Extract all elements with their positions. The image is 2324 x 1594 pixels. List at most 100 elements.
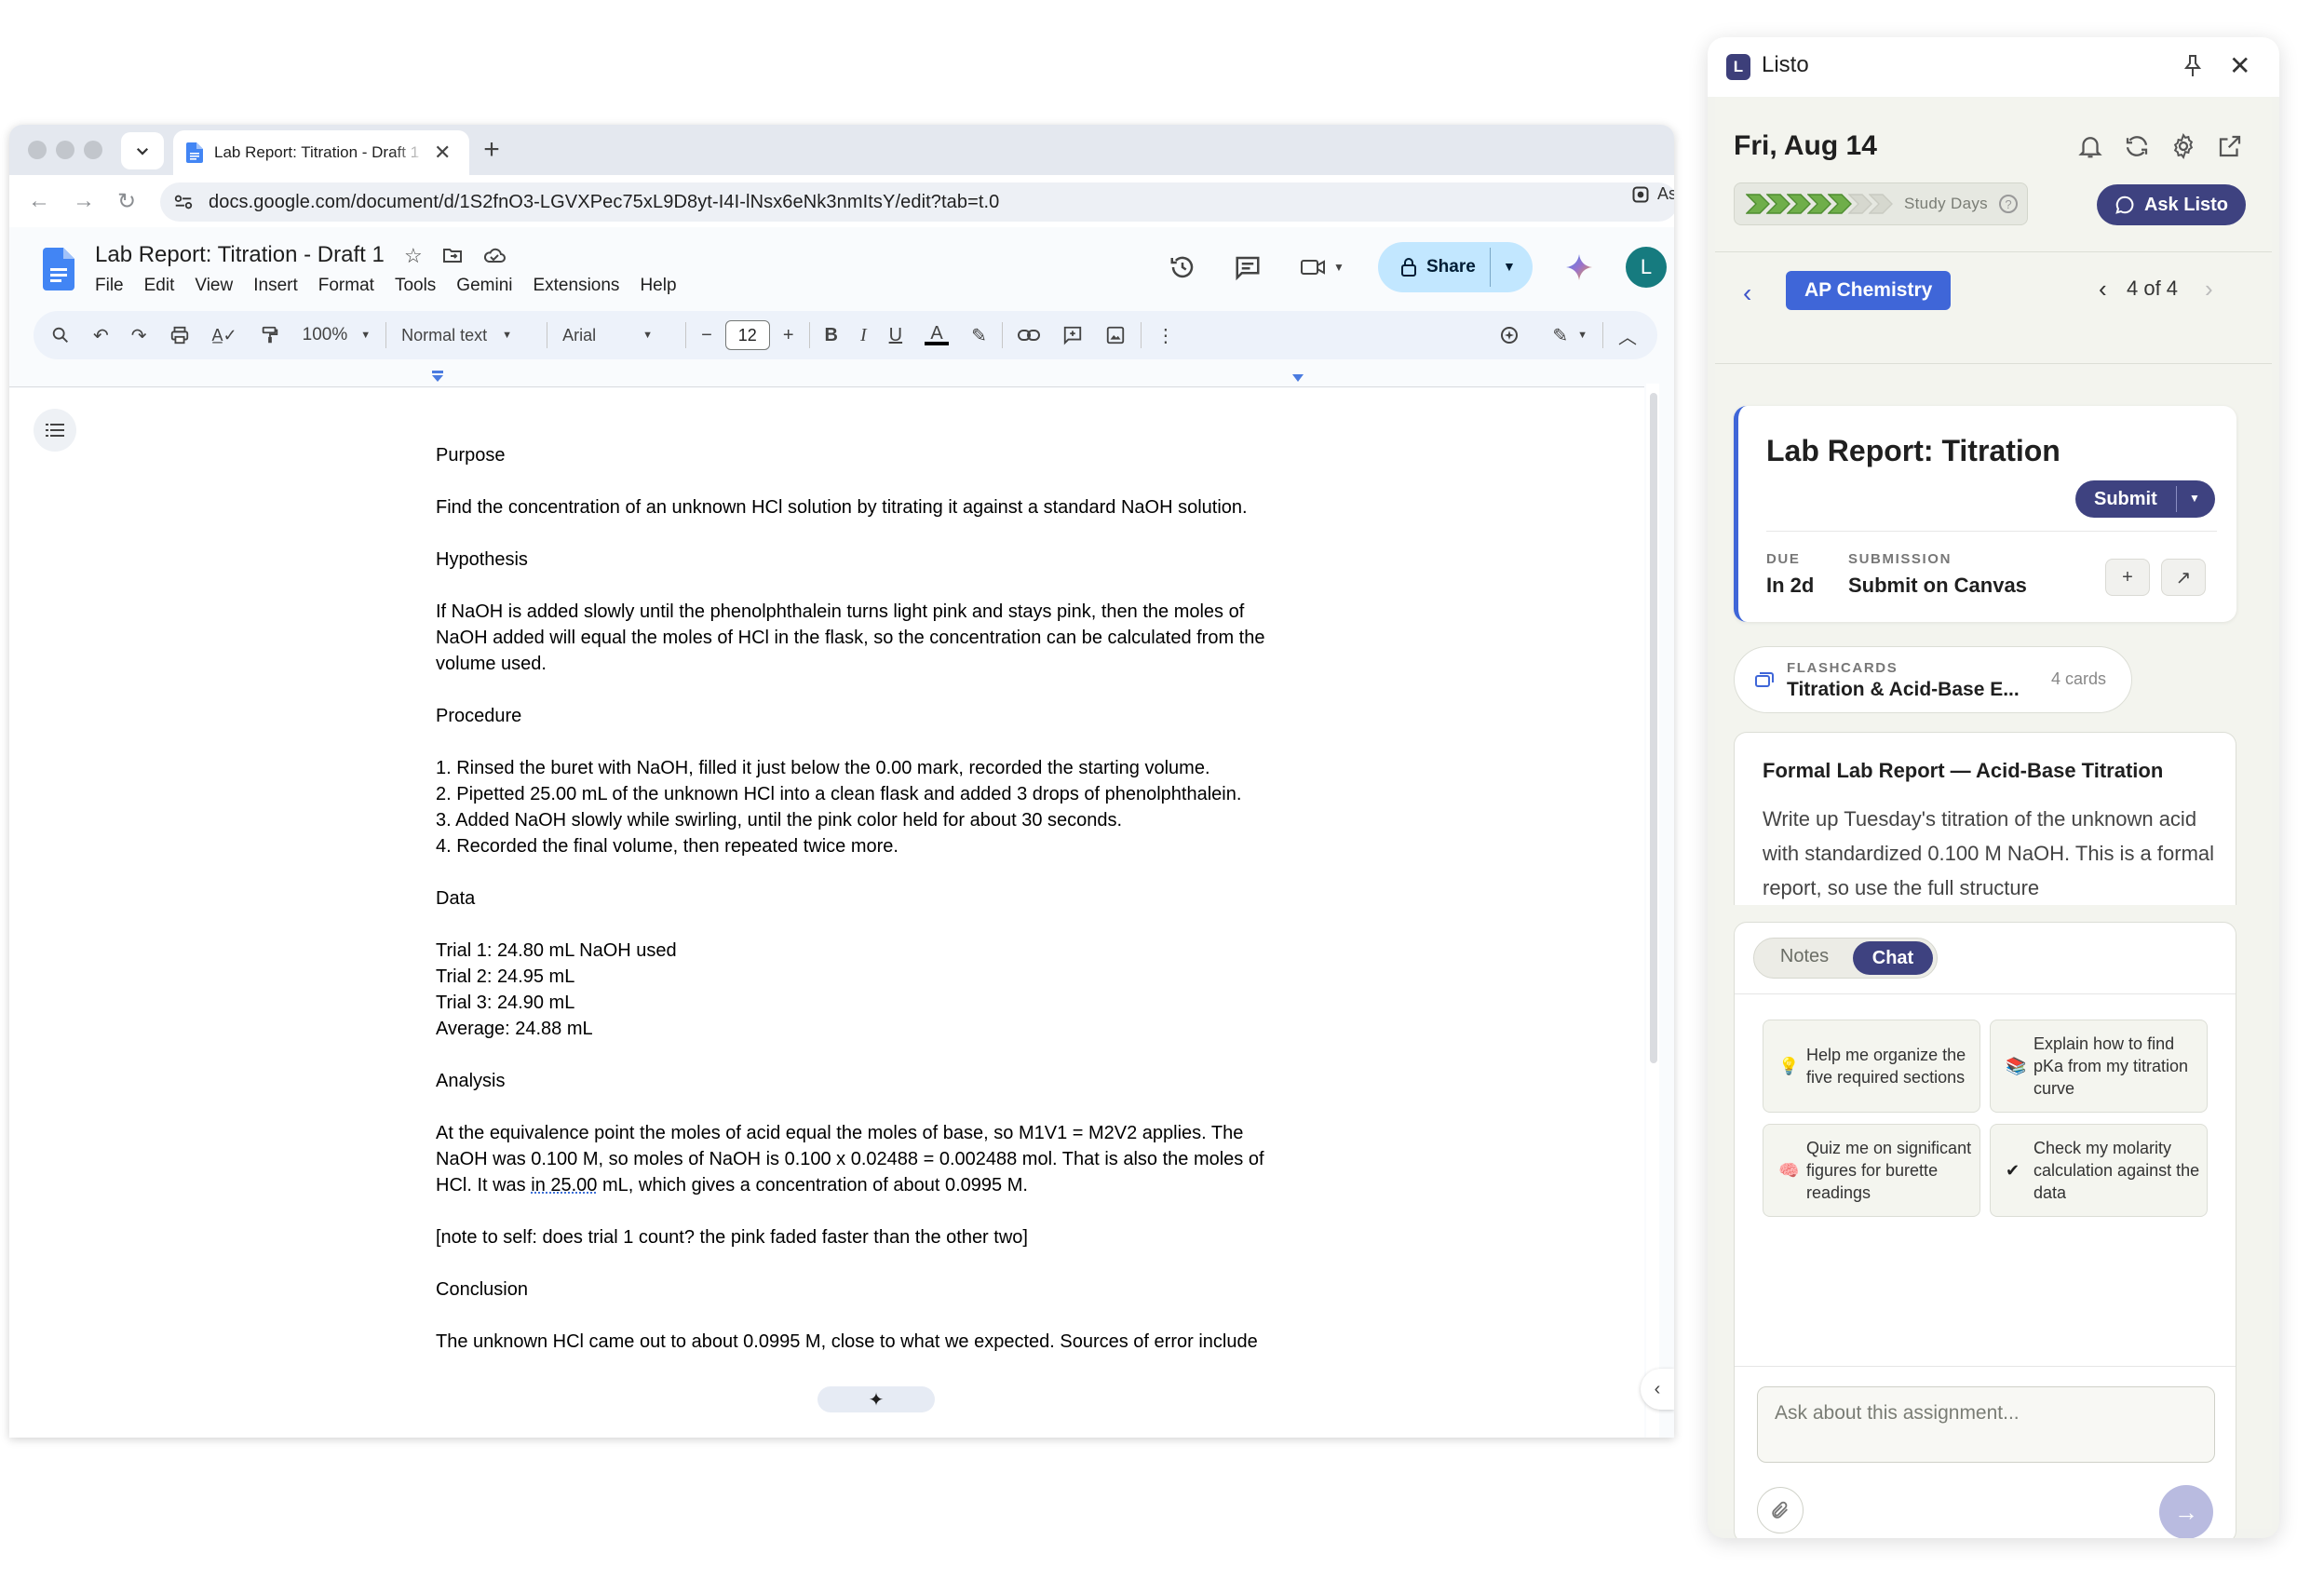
tab-notes[interactable]: Notes bbox=[1767, 946, 1842, 967]
document-scrollbar[interactable] bbox=[1646, 384, 1659, 1438]
print-icon[interactable] bbox=[169, 317, 190, 354]
course-chip[interactable]: AP Chemistry bbox=[1786, 271, 1952, 310]
font-select[interactable]: Arial ▼ bbox=[562, 317, 670, 354]
floating-gemini-button[interactable]: ✦ bbox=[817, 1386, 935, 1412]
tab-search-button[interactable] bbox=[121, 132, 164, 169]
chevron-left-icon[interactable]: ‹ bbox=[1743, 278, 1751, 308]
document-title[interactable]: Lab Report: Titration - Draft 1 bbox=[95, 242, 385, 268]
study-days-streak[interactable]: Study Days ? bbox=[1734, 182, 2028, 225]
style-select[interactable]: Normal text ▼ bbox=[401, 317, 532, 354]
menu-extensions[interactable]: Extensions bbox=[533, 276, 619, 296]
ai-assist-icon[interactable] bbox=[1498, 317, 1520, 354]
flashcards-chip[interactable]: FLASHCARDS Titration & Acid-Base E... 4 … bbox=[1734, 646, 2132, 713]
submit-options-caret-icon[interactable]: ▼ bbox=[2189, 492, 2200, 505]
insert-link-icon[interactable] bbox=[1017, 317, 1040, 354]
suggestion-chip[interactable]: ✔ Check my molarity calculation against … bbox=[1990, 1124, 2208, 1217]
font-size-input[interactable]: 12 bbox=[724, 320, 770, 350]
version-history-button[interactable] bbox=[1164, 249, 1201, 286]
highlight-icon[interactable]: ✎ bbox=[971, 317, 987, 354]
gemini-button[interactable] bbox=[1561, 249, 1598, 286]
menu-file[interactable]: File bbox=[95, 276, 124, 296]
listo-app-name: Listo bbox=[1762, 52, 1809, 77]
bold-icon[interactable]: B bbox=[825, 317, 838, 354]
close-icon[interactable]: ✕ bbox=[2229, 50, 2250, 81]
share-options-caret-icon[interactable]: ▼ bbox=[1503, 259, 1516, 274]
star-icon[interactable]: ☆ bbox=[404, 244, 423, 268]
cloud-saved-icon[interactable] bbox=[482, 244, 507, 266]
scroll-thumb[interactable] bbox=[1650, 393, 1657, 1063]
submit-button[interactable]: Submit ▼ bbox=[2075, 480, 2215, 518]
menu-edit[interactable]: Edit bbox=[144, 276, 175, 296]
tab-close-icon[interactable]: ✕ bbox=[434, 141, 451, 165]
suggestion-chip[interactable]: 🧠 Quiz me on significant figures for bur… bbox=[1763, 1124, 1980, 1217]
comments-button[interactable] bbox=[1229, 249, 1266, 286]
gear-icon[interactable] bbox=[2169, 132, 2197, 160]
redo-icon[interactable]: ↷ bbox=[131, 317, 147, 354]
plus-icon: + bbox=[2122, 566, 2133, 588]
menu-help[interactable]: Help bbox=[640, 276, 676, 296]
window-close-button[interactable] bbox=[28, 141, 47, 159]
zoom-select[interactable]: 100% ▼ bbox=[303, 317, 372, 354]
ask-listo-button[interactable]: Ask Listo bbox=[2097, 184, 2246, 225]
share-button[interactable]: Share ▼ bbox=[1378, 242, 1533, 292]
previous-assignment-icon[interactable]: ‹ bbox=[2099, 275, 2107, 304]
back-arrow-icon[interactable]: ← bbox=[28, 188, 50, 214]
refresh-icon[interactable] bbox=[2123, 132, 2151, 160]
document-canvas[interactable]: Purpose Find the concentration of an unk… bbox=[9, 388, 1644, 1438]
omnibox-extension[interactable]: As bbox=[1631, 184, 1674, 204]
header-actions: ▼ Share ▼ L bbox=[1164, 242, 1667, 292]
streak-progress bbox=[1746, 194, 1893, 214]
docs-logo-icon[interactable] bbox=[43, 248, 74, 290]
move-folder-icon[interactable] bbox=[441, 244, 464, 266]
window-minimize-button[interactable] bbox=[56, 141, 74, 159]
new-tab-button[interactable]: + bbox=[475, 134, 508, 166]
text-color-icon[interactable]: A bbox=[925, 317, 950, 354]
chevron-up-icon[interactable]: ︿ bbox=[1618, 317, 1637, 354]
suggestion-chip[interactable]: 📚 Explain how to find pKa from my titrat… bbox=[1990, 1020, 2208, 1113]
undo-icon[interactable]: ↶ bbox=[93, 317, 109, 354]
underline-icon[interactable]: U bbox=[889, 317, 902, 354]
spelling-suggestion[interactable]: in 25.00 bbox=[531, 1175, 597, 1196]
menu-tools[interactable]: Tools bbox=[395, 276, 436, 296]
send-button[interactable]: → bbox=[2159, 1485, 2213, 1538]
menu-format[interactable]: Format bbox=[318, 276, 374, 296]
search-icon[interactable] bbox=[50, 317, 71, 354]
next-assignment-icon[interactable]: › bbox=[2205, 275, 2213, 304]
gemini-sparkle-icon bbox=[1566, 254, 1592, 280]
bell-icon[interactable] bbox=[2076, 132, 2104, 160]
left-indent-marker-icon[interactable] bbox=[430, 371, 445, 385]
document-body[interactable]: Purpose Find the concentration of an unk… bbox=[436, 442, 1292, 1355]
insert-image-icon[interactable] bbox=[1105, 317, 1126, 354]
pin-icon[interactable] bbox=[2182, 54, 2203, 78]
more-options-icon[interactable]: ⋮ bbox=[1156, 317, 1175, 354]
forward-arrow-icon[interactable]: → bbox=[73, 188, 95, 214]
add-button[interactable]: + bbox=[2105, 559, 2150, 596]
spellcheck-icon[interactable]: A̲✓ bbox=[212, 317, 237, 354]
address-bar[interactable]: docs.google.com/document/d/1S2fnO3-LGVXP… bbox=[160, 182, 1674, 222]
menu-gemini[interactable]: Gemini bbox=[456, 276, 512, 296]
open-assignment-button[interactable]: ↗ bbox=[2161, 559, 2206, 596]
avatar[interactable]: L bbox=[1626, 247, 1667, 288]
window-maximize-button[interactable] bbox=[84, 141, 102, 159]
right-indent-marker-icon[interactable] bbox=[1290, 372, 1305, 385]
share-divider bbox=[1490, 248, 1491, 287]
increase-font-size-button[interactable]: + bbox=[783, 317, 794, 354]
reload-icon[interactable]: ↻ bbox=[117, 188, 136, 215]
tab-chat[interactable]: Chat bbox=[1853, 941, 1933, 975]
side-panel-toggle[interactable]: ‹ bbox=[1641, 1369, 1674, 1410]
paint-format-icon[interactable] bbox=[260, 317, 280, 354]
suggestion-chip[interactable]: 💡 Help me organize the five required sec… bbox=[1763, 1020, 1980, 1113]
help-icon[interactable]: ? bbox=[1998, 195, 2018, 213]
external-link-icon[interactable] bbox=[2216, 132, 2244, 160]
editing-mode-icon[interactable]: ✎ ▼ bbox=[1552, 317, 1588, 354]
attach-button[interactable] bbox=[1757, 1487, 1804, 1533]
add-comment-icon[interactable] bbox=[1062, 317, 1083, 354]
browser-tab[interactable]: Lab Report: Titration - Draft 1 ✕ bbox=[173, 130, 469, 175]
menu-insert[interactable]: Insert bbox=[253, 276, 298, 296]
meet-button[interactable]: ▼ bbox=[1294, 249, 1350, 286]
decrease-font-size-button[interactable]: − bbox=[701, 317, 712, 354]
italic-icon[interactable]: I bbox=[860, 317, 867, 354]
document-outline-button[interactable] bbox=[34, 409, 76, 452]
menu-view[interactable]: View bbox=[195, 276, 233, 296]
chat-input[interactable] bbox=[1757, 1386, 2215, 1463]
